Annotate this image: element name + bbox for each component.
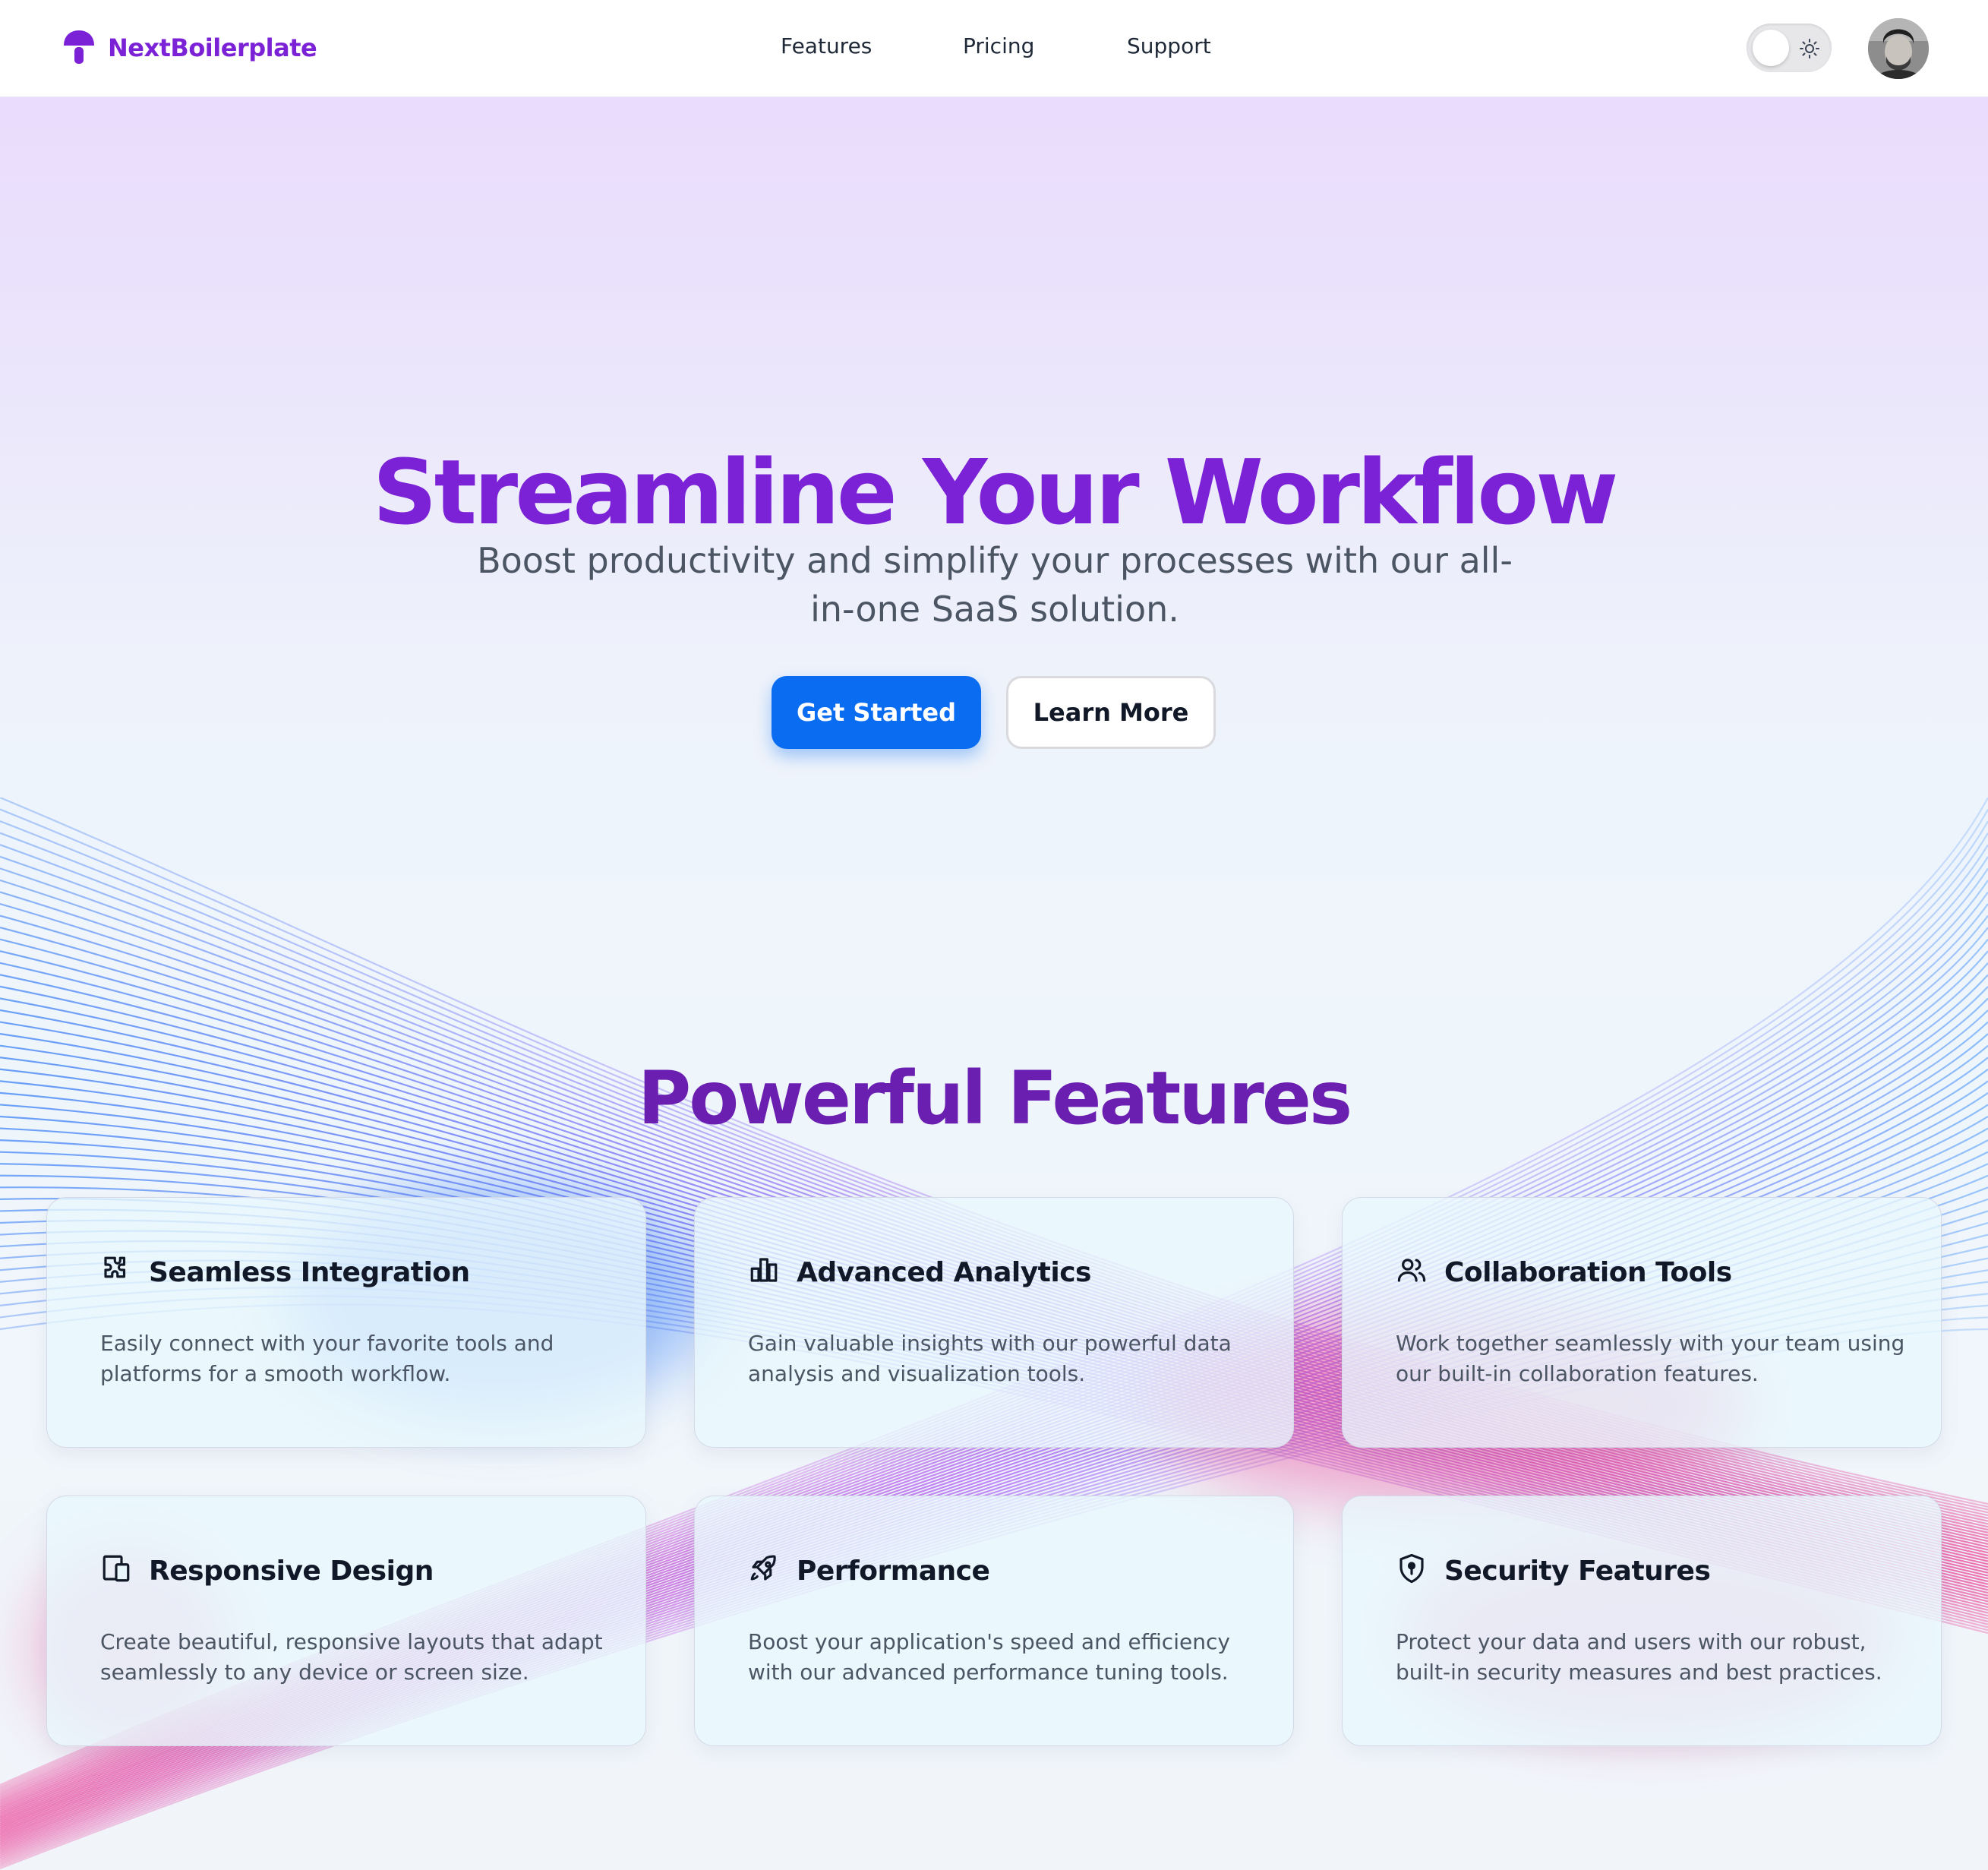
feature-card-advanced-analytics[interactable]: Advanced Analytics Gain valuable insight… xyxy=(694,1197,1294,1448)
card-title: Advanced Analytics xyxy=(797,1257,1091,1288)
feature-card-performance[interactable]: Performance Boost your application's spe… xyxy=(694,1496,1294,1746)
avatar-image xyxy=(1868,18,1929,79)
card-title: Performance xyxy=(797,1556,990,1587)
navbar: NextBoilerplate Features Pricing Support xyxy=(0,0,1988,97)
nav-link-features[interactable]: Features xyxy=(781,33,872,58)
hero-subtitle: Boost productivity and simplify your pro… xyxy=(477,540,1513,630)
theme-toggle[interactable] xyxy=(1747,24,1832,72)
card-description: Protect your data and users with our rob… xyxy=(1396,1629,1882,1685)
card-description: Create beautiful, responsive layouts tha… xyxy=(100,1629,603,1685)
shield-icon xyxy=(1399,1553,1424,1584)
hero-title: Streamline Your Workflow xyxy=(372,440,1619,545)
devices-icon xyxy=(103,1555,130,1582)
bar-chart-icon xyxy=(750,1258,778,1282)
feature-card-responsive-design[interactable]: Responsive Design Create beautiful, resp… xyxy=(46,1496,646,1746)
users-icon xyxy=(1397,1259,1426,1282)
feature-card-seamless-integration[interactable]: Seamless Integration Easily connect with… xyxy=(46,1197,646,1448)
card-description: Easily connect with your favorite tools … xyxy=(100,1331,554,1386)
main-nav: Features Pricing Support xyxy=(0,33,1988,64)
toggle-knob xyxy=(1753,30,1789,66)
features-section-title: Powerful Features xyxy=(637,1055,1352,1141)
card-title: Collaboration Tools xyxy=(1444,1257,1732,1288)
card-title: Responsive Design xyxy=(149,1556,434,1587)
user-avatar[interactable] xyxy=(1868,18,1929,79)
rocket-icon xyxy=(750,1555,776,1581)
card-description: Boost your application's speed and effic… xyxy=(748,1629,1230,1685)
feature-card-collaboration-tools[interactable]: Collaboration Tools Work together seamle… xyxy=(1342,1197,1942,1448)
puzzle-icon xyxy=(104,1256,126,1278)
card-title: Security Features xyxy=(1444,1556,1711,1587)
sun-icon xyxy=(1800,39,1819,58)
card-description: Gain valuable insights with our powerful… xyxy=(748,1331,1232,1386)
learn-more-button[interactable]: Learn More xyxy=(1006,676,1216,749)
card-description: Work together seamlessly with your team … xyxy=(1396,1331,1905,1386)
nav-link-pricing[interactable]: Pricing xyxy=(963,33,1034,58)
get-started-button[interactable]: Get Started xyxy=(772,676,981,749)
feature-card-security-features[interactable]: Security Features Protect your data and … xyxy=(1342,1496,1942,1746)
nav-link-support[interactable]: Support xyxy=(1127,33,1211,58)
card-title: Seamless Integration xyxy=(149,1257,470,1288)
